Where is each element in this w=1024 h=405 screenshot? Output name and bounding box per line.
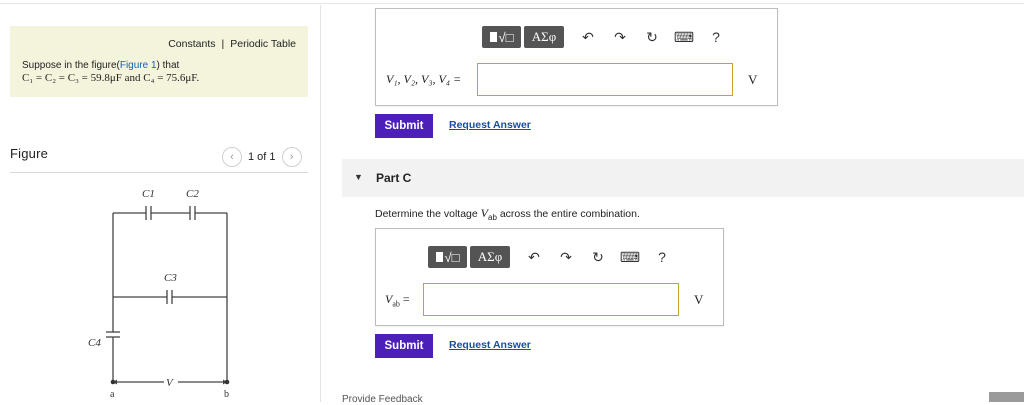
chevron-left-icon: ‹ <box>230 151 234 163</box>
problem-line-1: Suppose in the figure(Figure 1) that <box>22 60 180 71</box>
c1-label: C1 <box>142 188 155 200</box>
node-a-label: a <box>110 389 115 400</box>
top-divider <box>0 3 1024 4</box>
part-b-unit: V <box>748 72 758 87</box>
periodic-table-link[interactable]: Periodic Table <box>230 38 296 50</box>
resource-links: Constants | Periodic Table <box>168 38 296 50</box>
redo-icon[interactable]: ↷ <box>550 249 582 266</box>
next-figure-button[interactable]: › <box>281 147 302 167</box>
corner-next-button[interactable] <box>989 392 1024 402</box>
keyboard-icon[interactable]: ⌨ <box>668 29 700 46</box>
c3-label: C3 <box>164 272 177 284</box>
part-c-answer-box: √□ ΑΣφ ↶ ↷ ↻ ⌨ ? Vab = V <box>375 228 724 326</box>
part-b-answer-input[interactable] <box>477 63 733 96</box>
part-b-variables-label: V₁, V₂, V₃, V₄ = <box>386 72 462 86</box>
c4-label: C4 <box>88 337 101 349</box>
chevron-right-icon: › <box>289 151 294 163</box>
problem-statement-box: Constants | Periodic Table Suppose in the … <box>10 26 308 97</box>
collapse-triangle-icon: ▼ <box>354 172 363 182</box>
template-box-icon <box>489 32 497 42</box>
pager-text: 1 of 1 <box>248 151 276 163</box>
templates-button[interactable]: √□ <box>428 246 467 268</box>
panel-divider <box>320 5 321 402</box>
part-c-submit-button[interactable]: Submit <box>375 334 433 358</box>
template-box-icon <box>435 252 443 262</box>
constants-link[interactable]: Constants <box>168 38 215 50</box>
prev-figure-button[interactable]: ‹ <box>222 147 242 167</box>
reset-icon[interactable]: ↻ <box>582 249 614 266</box>
part-c-question: Determine the voltage Vab across the ent… <box>375 206 640 223</box>
part-c-unit: V <box>694 292 704 307</box>
provide-feedback-link[interactable]: Provide Feedback <box>342 394 423 405</box>
help-button[interactable]: ? <box>700 29 732 45</box>
part-b-submit-button[interactable]: Submit <box>375 114 433 138</box>
figure-link[interactable]: Figure 1 <box>120 60 157 71</box>
help-button[interactable]: ? <box>646 249 678 265</box>
figure-divider <box>10 172 308 173</box>
reset-icon[interactable]: ↻ <box>636 29 668 46</box>
part-b-request-answer-link[interactable]: Request Answer <box>449 119 531 131</box>
part-b-math-toolbar: √□ ΑΣφ ↶ ↷ ↻ ⌨ ? <box>482 26 732 48</box>
part-b-answer-box: √□ ΑΣφ ↶ ↷ ↻ ⌨ ? V₁, V₂, V₃, V₄ = V <box>375 8 778 106</box>
part-c-math-toolbar: √□ ΑΣφ ↶ ↷ ↻ ⌨ ? <box>428 246 678 268</box>
undo-icon[interactable]: ↶ <box>572 29 604 46</box>
greek-symbols-button[interactable]: ΑΣφ <box>524 26 564 48</box>
links-separator: | <box>221 38 225 50</box>
part-c-header[interactable]: ▼ Part C <box>342 159 1024 197</box>
figure-title: Figure <box>10 146 49 161</box>
problem-line-2: C₁ = C₂ = C₃ = 59.8μF and C₄ = 75.6μF. <box>22 72 200 84</box>
redo-icon[interactable]: ↷ <box>604 29 636 46</box>
figure-pager: ‹ 1 of 1 › <box>222 147 302 167</box>
greek-symbols-button[interactable]: ΑΣφ <box>470 246 510 268</box>
part-c-answer-input[interactable] <box>423 283 679 316</box>
circuit-diagram: C1 C2 C3 C4 V a b <box>88 188 230 400</box>
c2-label: C2 <box>186 188 199 200</box>
keyboard-icon[interactable]: ⌨ <box>614 249 646 266</box>
node-b-label: b <box>224 389 229 400</box>
part-c-variable-label: Vab = <box>385 292 410 309</box>
undo-icon[interactable]: ↶ <box>518 249 550 266</box>
templates-button[interactable]: √□ <box>482 26 521 48</box>
part-c-title: Part C <box>376 171 412 185</box>
voltage-label: V <box>166 377 174 389</box>
part-c-request-answer-link[interactable]: Request Answer <box>449 339 531 351</box>
